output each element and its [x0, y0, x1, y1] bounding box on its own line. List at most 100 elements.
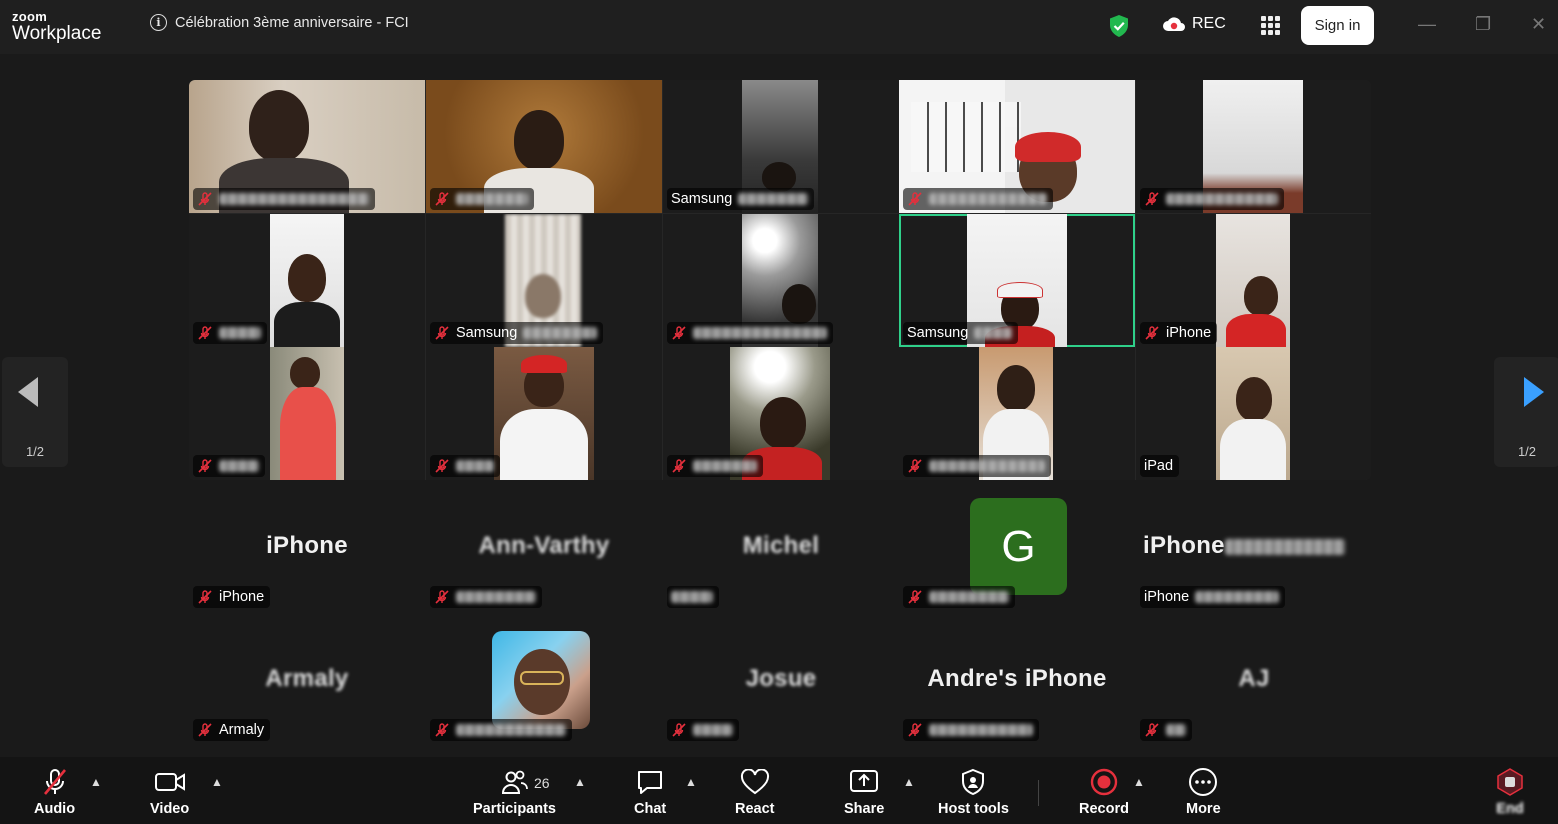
blurred-name: [929, 591, 1009, 603]
video-tile[interactable]: [189, 80, 425, 213]
video-tile[interactable]: [426, 347, 662, 480]
mic-muted-icon: [908, 192, 922, 206]
video-tile[interactable]: [189, 214, 425, 347]
blurred-name: [671, 591, 713, 603]
participant-name-tag: [193, 188, 375, 210]
mic-muted-icon: [908, 590, 922, 604]
minimize-button[interactable]: —: [1418, 14, 1436, 35]
participant-name-tag: [193, 322, 267, 344]
audio-tile[interactable]: AJ: [1136, 631, 1372, 764]
active-speaker-tile[interactable]: Samsung: [899, 214, 1135, 347]
blurred-name: [219, 193, 369, 205]
video-tile[interactable]: [663, 347, 899, 480]
meeting-info[interactable]: i Célébration 3ème anniversaire - FCI: [150, 14, 409, 31]
participants-label: Participants: [473, 801, 556, 817]
video-button[interactable]: Video: [150, 767, 189, 817]
video-tile[interactable]: [899, 80, 1135, 213]
info-icon[interactable]: i: [150, 14, 167, 31]
audio-tile[interactable]: [426, 631, 662, 764]
participant-name: iPhone: [1166, 325, 1212, 341]
participant-video: [1216, 347, 1290, 480]
audio-button[interactable]: Audio: [34, 767, 75, 817]
participant-name-tag: [903, 188, 1053, 210]
mic-muted-icon: [435, 326, 449, 340]
audio-tile[interactable]: iPhone iPhone: [1136, 498, 1372, 631]
mic-muted-icon: [198, 590, 212, 604]
react-button[interactable]: React: [735, 767, 775, 817]
prev-page-button[interactable]: 1/2: [2, 357, 68, 467]
audio-tile[interactable]: Michel: [663, 498, 899, 631]
blurred-name: [1195, 591, 1280, 603]
record-options-caret[interactable]: ▲: [1133, 775, 1145, 789]
title-bar: zoom Workplace i Célébration 3ème annive…: [0, 0, 1558, 54]
video-tile[interactable]: Samsung: [663, 80, 899, 213]
blurred-name: [738, 193, 809, 205]
security-shield-icon[interactable]: [1108, 14, 1130, 38]
share-button[interactable]: Share: [844, 767, 884, 817]
participant-display-name: Josue: [745, 665, 817, 692]
participant-display-name: iPhone: [1143, 532, 1345, 560]
audio-tile[interactable]: Armaly Armaly: [189, 631, 425, 764]
video-tile[interactable]: iPhone: [1136, 214, 1371, 347]
audio-tile[interactable]: iPhone iPhone: [189, 498, 425, 631]
toolbar-separator: [1038, 780, 1039, 806]
next-page-button[interactable]: 1/2: [1494, 357, 1558, 467]
blurred-name: [456, 591, 536, 603]
share-options-caret[interactable]: ▲: [903, 775, 915, 789]
video-tile[interactable]: [426, 80, 662, 213]
maximize-button[interactable]: ❐: [1475, 14, 1491, 35]
more-dots-icon: [1189, 768, 1218, 796]
record-icon: [1090, 768, 1118, 796]
video-tile[interactable]: [1136, 80, 1371, 213]
mic-muted-icon: [1145, 723, 1159, 737]
participants-count: 26: [534, 775, 550, 791]
participant-name-tag: [193, 455, 265, 477]
participant-name: iPhone: [219, 589, 265, 605]
arrow-right-icon: [1524, 377, 1544, 407]
audio-tile[interactable]: Josue: [663, 631, 899, 764]
rec-label: REC: [1192, 15, 1226, 32]
participants-options-caret[interactable]: ▲: [574, 775, 586, 789]
video-tile[interactable]: [189, 347, 425, 480]
blurred-name: [929, 724, 1033, 736]
audio-tile[interactable]: G: [899, 498, 1135, 631]
video-gallery: Samsung Samsung Samsung iPhone iPad: [189, 80, 1371, 480]
mic-muted-icon: [672, 326, 686, 340]
end-button[interactable]: End: [1494, 767, 1526, 817]
cloud-recording-indicator[interactable]: REC: [1162, 15, 1226, 33]
participant-name: Armaly: [219, 722, 265, 738]
react-label: React: [735, 801, 775, 817]
record-button[interactable]: Record: [1079, 767, 1129, 817]
chat-options-caret[interactable]: ▲: [685, 775, 697, 789]
heart-icon: [740, 769, 769, 795]
close-button[interactable]: ✕: [1531, 14, 1546, 35]
participant-display-name: iPhone: [266, 532, 348, 559]
video-tile[interactable]: Samsung: [426, 214, 662, 347]
video-tile[interactable]: iPad: [1136, 347, 1371, 480]
participant-name: iPad: [1144, 458, 1174, 474]
participant-video: [1216, 214, 1290, 347]
host-tools-button[interactable]: Host tools: [938, 767, 1009, 817]
mic-muted-icon: [908, 723, 922, 737]
video-options-caret[interactable]: ▲: [211, 775, 223, 789]
participant-name-tag: [430, 188, 534, 210]
mic-muted-icon: [198, 459, 212, 473]
mic-muted-icon: [908, 459, 922, 473]
avatar-initial: G: [970, 498, 1067, 595]
arrow-left-icon: [18, 377, 38, 407]
mic-muted-icon: [435, 723, 449, 737]
audio-options-caret[interactable]: ▲: [90, 775, 102, 789]
video-tile[interactable]: [899, 347, 1135, 480]
sign-in-button[interactable]: Sign in: [1301, 6, 1374, 45]
apps-grid-icon[interactable]: [1261, 16, 1280, 35]
participant-name: iPhone: [1144, 589, 1190, 605]
chat-button[interactable]: Chat: [634, 767, 666, 817]
blurred-name: [974, 327, 1013, 339]
more-button[interactable]: More: [1186, 767, 1221, 817]
blurred-name: [929, 193, 1047, 205]
audio-tile[interactable]: Andre's iPhone: [899, 631, 1135, 764]
audio-tile[interactable]: Ann-Varthy: [426, 498, 662, 631]
blurred-name: [523, 327, 598, 339]
display-name-text: iPhone: [1143, 532, 1225, 559]
video-tile[interactable]: [663, 214, 899, 347]
